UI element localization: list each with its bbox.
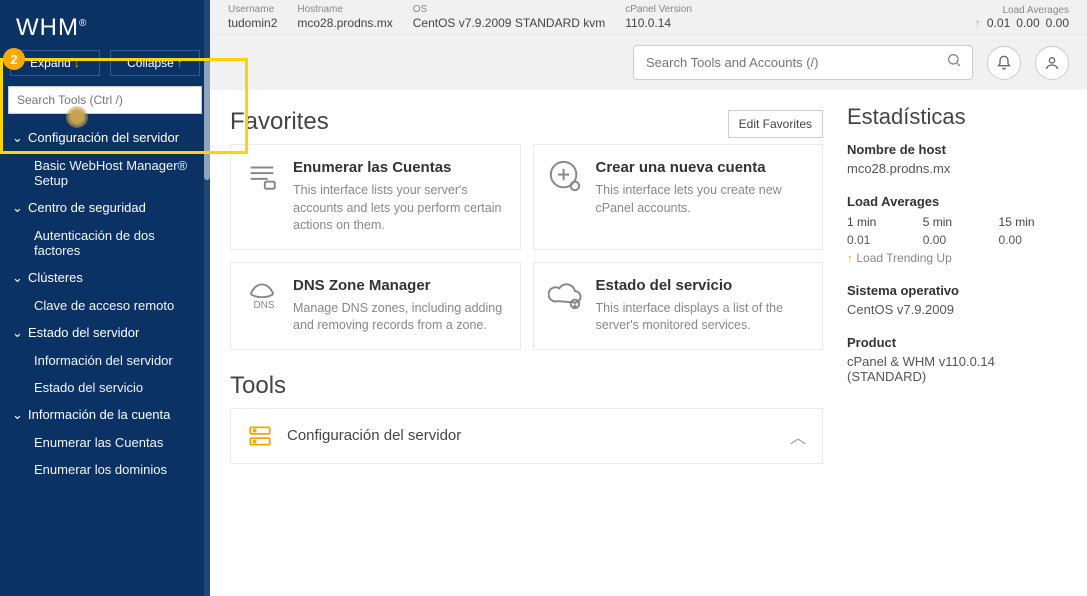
card-title: Estado del servicio (596, 277, 809, 294)
sidebar-scrollbar[interactable] (204, 0, 210, 596)
expand-collapse-row: Expand ↓ Collapse ↑ (0, 50, 210, 86)
ts-cpver: cPanel Version110.0.14 (625, 4, 692, 30)
create-account-icon (548, 159, 582, 193)
stats-sidebar: Estadísticas Nombre de host mco28.prodns… (847, 104, 1067, 596)
edit-favorites-button[interactable]: Edit Favorites (728, 110, 823, 138)
stat-product: Product cPanel & WHM v110.0.14 (STANDARD… (847, 335, 1067, 384)
sidebar-search-input[interactable] (8, 86, 202, 114)
favorite-card[interactable]: DNS DNS Zone Manager Manage DNS zones, in… (230, 262, 521, 350)
ts-username: Usernametudomin2 (228, 4, 277, 30)
stat-load-averages: Load Averages 1 min5 min15 min 0.010.000… (847, 194, 1067, 265)
sidebar-section[interactable]: ⌄Centro de seguridad (0, 194, 210, 222)
ts-os: OSCentOS v7.9.2009 STANDARD kvm (413, 4, 606, 30)
stat-os: Sistema operativo CentOS v7.9.2009 (847, 283, 1067, 317)
sidebar-section[interactable]: ⌄Clústeres (0, 264, 210, 292)
server-config-icon (247, 423, 273, 449)
sidebar-item[interactable]: Enumerar las Cuentas (0, 429, 210, 456)
card-desc: This interface lets you create new cPane… (596, 182, 809, 217)
search-row (210, 35, 1087, 90)
ts-load-averages: Load Averages ↑0.010.000.00 (975, 5, 1069, 30)
card-title: Crear una nueva cuenta (596, 159, 809, 176)
chevron-down-icon: ⌄ (12, 130, 22, 146)
card-desc: This interface displays a list of the se… (596, 300, 809, 335)
sidebar-search-wrap (8, 86, 202, 114)
whm-logo: WHM® (16, 15, 87, 41)
favorites-section: Favorites Edit Favorites Enumerar las Cu… (230, 104, 823, 350)
global-search[interactable] (633, 45, 973, 80)
sidebar-item[interactable]: Basic WebHost Manager® Setup (0, 152, 210, 194)
chevron-down-icon: ⌄ (12, 325, 22, 341)
card-title: DNS Zone Manager (293, 277, 506, 294)
sidebar-section[interactable]: ⌄Información de la cuenta (0, 401, 210, 429)
arrow-up-icon: ↑ (177, 56, 183, 70)
sidebar-item[interactable]: Información del servidor (0, 347, 210, 374)
sidebar-item[interactable]: Clave de acceso remoto (0, 292, 210, 319)
expand-button[interactable]: Expand ↓ (10, 50, 100, 76)
favorite-card[interactable]: Estado del servicio This interface displa… (533, 262, 824, 350)
chevron-down-icon: ⌄ (12, 200, 22, 216)
sidebar-item[interactable]: Estado del servicio (0, 374, 210, 401)
favorite-card[interactable]: Crear una nueva cuenta This interface let… (533, 144, 824, 250)
tools-panel-label: Configuración del servidor (287, 427, 461, 444)
sidebar-item[interactable]: Enumerar los dominios (0, 456, 210, 483)
stats-title: Estadísticas (847, 104, 1067, 130)
main-area: Usernametudomin2 Hostnamemco28.prodns.mx… (210, 0, 1087, 596)
collapse-button[interactable]: Collapse ↑ (110, 50, 200, 76)
search-icon (946, 52, 962, 73)
sidebar-section[interactable]: ⌄Estado del servidor (0, 319, 210, 347)
favorite-card[interactable]: Enumerar las Cuentas This interface lists… (230, 144, 521, 250)
arrow-down-icon: ↓ (74, 56, 80, 70)
chevron-down-icon: ⌄ (12, 407, 22, 423)
card-desc: Manage DNS zones, including adding and r… (293, 300, 506, 335)
list-accounts-icon (245, 159, 279, 193)
svg-text:DNS: DNS (254, 300, 275, 311)
stat-hostname: Nombre de host mco28.prodns.mx (847, 142, 1067, 176)
tools-title: Tools (230, 372, 823, 400)
chevron-down-icon: ⌄ (12, 270, 22, 286)
sidebar: WHM® Expand ↓ Collapse ↑ ⌄Configuración … (0, 0, 210, 596)
chevron-up-icon: ︿ (790, 424, 806, 448)
sidebar-nav[interactable]: ⌄Configuración del servidor Basic WebHos… (0, 124, 210, 596)
arrow-up-icon: ↑ (975, 16, 981, 30)
tools-section: Tools Configuración del servidor ︿ (230, 368, 823, 464)
notifications-button[interactable] (987, 46, 1021, 80)
top-info-strip: Usernametudomin2 Hostnamemco28.prodns.mx… (210, 0, 1087, 35)
ts-hostname: Hostnamemco28.prodns.mx (297, 4, 392, 30)
tools-panel[interactable]: Configuración del servidor ︿ (230, 408, 823, 464)
sidebar-section[interactable]: ⌄Configuración del servidor (0, 124, 210, 152)
user-icon (1044, 55, 1060, 71)
bell-icon (996, 55, 1012, 71)
global-search-input[interactable] (644, 54, 946, 71)
dns-icon: DNS (245, 277, 279, 311)
arrow-up-icon: ↑ (847, 251, 853, 265)
card-desc: This interface lists your server's accou… (293, 182, 506, 235)
cloud-alert-icon (548, 277, 582, 311)
account-button[interactable] (1035, 46, 1069, 80)
brand: WHM® (0, 0, 210, 50)
sidebar-item[interactable]: Autenticación de dos factores (0, 222, 210, 264)
card-title: Enumerar las Cuentas (293, 159, 506, 176)
favorites-title: Favorites (230, 108, 329, 136)
